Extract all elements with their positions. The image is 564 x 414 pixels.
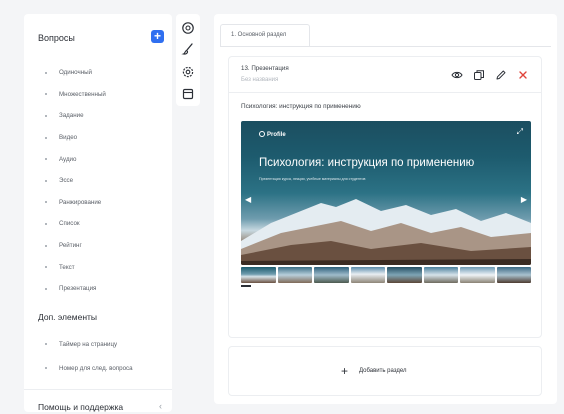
sidebar-header: Вопросы + — [38, 30, 164, 46]
paint-brush-icon[interactable] — [180, 41, 196, 57]
calendar-icon[interactable] — [180, 86, 196, 102]
sidebar-item-single[interactable]: Одиночный — [38, 62, 164, 84]
sidebar-title: Вопросы — [38, 33, 75, 43]
add-section-label: Добавить раздел — [359, 368, 407, 374]
sidebar-item-label: Аудио — [59, 155, 77, 163]
previous-slide-icon[interactable]: ◀ — [245, 195, 251, 204]
mountain-landscape-image — [241, 199, 531, 265]
sidebar-item-label: Эссе — [59, 177, 74, 185]
slide-thumbnail[interactable] — [387, 267, 422, 283]
sidebar-item-label: Рейтинг — [59, 242, 82, 250]
question-types-sidebar: Вопросы + Одиночный Множественный Задани… — [24, 14, 172, 412]
sidebar-item-label: Список — [59, 220, 80, 228]
slide-thumbnail[interactable] — [314, 267, 349, 283]
bullet-icon — [45, 201, 47, 204]
slide-thumbnail[interactable] — [350, 267, 385, 283]
presentation-slide[interactable]: Profile ⤢ Психология: инструкция по прим… — [241, 121, 531, 265]
sidebar-item-video[interactable]: Видео — [38, 127, 164, 149]
sidebar-item-list[interactable]: Список — [38, 213, 164, 235]
sidebar-item-label: Презентация — [59, 285, 97, 293]
sidebar-item-label: Ранжирование — [59, 198, 102, 206]
at-sign-icon[interactable] — [180, 20, 196, 36]
bullet-icon — [45, 266, 47, 269]
question-type-list: Одиночный Множественный Задание Видео Ау… — [38, 62, 164, 300]
bullet-icon — [45, 343, 47, 345]
next-slide-icon[interactable]: ▶ — [521, 195, 527, 204]
active-slide-indicator — [241, 285, 251, 287]
question-card: 13. Презентация Без названия Психология:… — [228, 56, 542, 338]
sidebar-item-label: Номер для след. вопроса — [59, 364, 133, 372]
slide-logo: Profile — [259, 131, 286, 138]
gear-icon[interactable] — [180, 64, 196, 80]
sidebar-item-label: Таймер на страницу — [59, 340, 118, 348]
sidebar-item-ranking[interactable]: Ранжирование — [38, 192, 164, 214]
add-section-button[interactable]: + Добавить раздел — [228, 346, 542, 396]
sidebar-item-essay[interactable]: Эссе — [38, 170, 164, 192]
sidebar-item-page-timer[interactable]: Таймер на страницу — [38, 332, 164, 356]
slide-thumbnail[interactable] — [460, 267, 495, 283]
tab-divider — [220, 46, 551, 47]
bullet-icon — [45, 287, 47, 290]
sidebar-item-next-question-number[interactable]: Номер для след. вопроса — [38, 356, 164, 380]
question-title: 13. Презентация — [241, 65, 289, 72]
divider — [24, 389, 172, 390]
tool-strip — [176, 14, 200, 106]
edit-icon[interactable] — [495, 69, 507, 81]
bullet-icon — [45, 222, 47, 225]
slide-thumbnail[interactable] — [277, 267, 312, 283]
editor-panel: 1. Основной раздел 13. Презентация Без н… — [214, 14, 557, 404]
slide-thumbnail[interactable] — [241, 267, 276, 283]
bullet-icon — [45, 244, 47, 247]
sidebar-item-label: Одиночный — [59, 69, 93, 77]
bullet-icon — [45, 367, 47, 369]
help-and-support-link[interactable]: Помощь и поддержка — [38, 402, 123, 412]
sidebar-item-text[interactable]: Текст — [38, 256, 164, 278]
plus-icon: + — [341, 364, 349, 378]
question-actions — [451, 69, 529, 81]
bullet-icon — [45, 158, 47, 161]
expand-icon[interactable]: ⤢ — [517, 127, 523, 137]
delete-icon[interactable] — [517, 69, 529, 81]
eye-icon[interactable] — [451, 69, 463, 81]
slide-thumbnail[interactable] — [496, 267, 531, 283]
question-subtitle: Без названия — [241, 77, 279, 83]
sidebar-item-task[interactable]: Задание — [38, 105, 164, 127]
logo-icon — [259, 131, 265, 137]
sidebar-item-label: Задание — [59, 112, 84, 120]
add-question-button[interactable]: + — [151, 30, 164, 43]
extra-elements-list: Таймер на страницу Номер для след. вопро… — [38, 332, 164, 380]
slide-thumbnail[interactable] — [423, 267, 458, 283]
bullet-icon — [45, 114, 47, 117]
sidebar-item-label: Видео — [59, 134, 78, 142]
collapse-chevron-icon[interactable]: ‹ — [159, 401, 162, 411]
bullet-icon — [45, 136, 47, 139]
question-card-header: 13. Презентация Без названия — [229, 57, 541, 93]
sidebar-item-multiple[interactable]: Множественный — [38, 84, 164, 106]
slide-title: Психология: инструкция по применению — [259, 157, 475, 169]
copy-icon[interactable] — [473, 69, 485, 81]
bullet-icon — [45, 71, 47, 74]
bullet-icon — [45, 179, 47, 182]
sidebar-item-label: Множественный — [59, 90, 106, 98]
question-text: Психология: инструкция по применению — [241, 103, 361, 110]
sidebar-item-rating[interactable]: Рейтинг — [38, 235, 164, 257]
tab-main-section[interactable]: 1. Основной раздел — [220, 24, 310, 46]
slide-thumbnails — [241, 267, 531, 283]
sidebar-item-audio[interactable]: Аудио — [38, 148, 164, 170]
bullet-icon — [45, 93, 47, 96]
extra-elements-title: Доп. элементы — [38, 312, 98, 322]
logo-text: Profile — [267, 132, 286, 138]
sidebar-item-label: Текст — [59, 263, 75, 271]
sidebar-item-presentation[interactable]: Презентация — [38, 278, 164, 300]
slide-caption: Презентация курса, лекции, учебные матер… — [259, 177, 366, 181]
